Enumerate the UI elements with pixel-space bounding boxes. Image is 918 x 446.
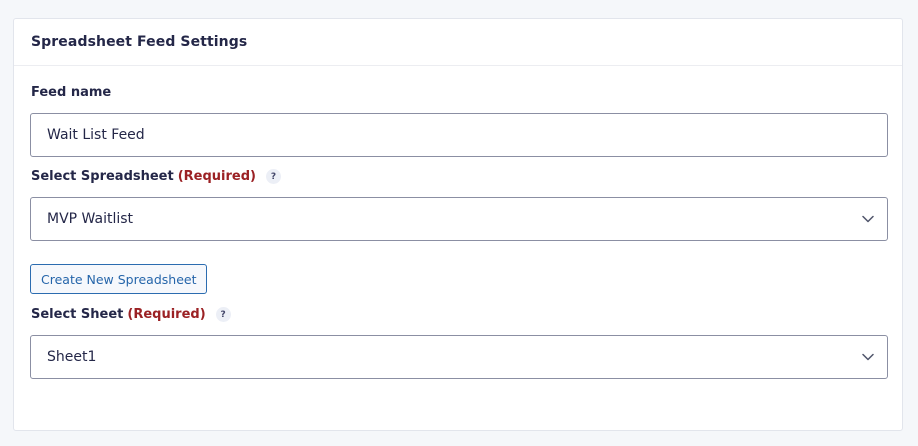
feed-name-label-text: Feed name xyxy=(31,85,112,100)
chevron-down-icon xyxy=(861,350,875,364)
feed-name-label: Feed name xyxy=(31,85,111,100)
panel-title: Spreadsheet Feed Settings xyxy=(31,34,248,50)
spreadsheet-select-value: MVP Waitlist xyxy=(47,211,134,227)
feed-name-input[interactable] xyxy=(30,113,888,157)
sheet-label: Select Sheet (Required) ? xyxy=(31,307,231,322)
feed-settings-panel: Spreadsheet Feed Settings Feed name Sele… xyxy=(13,18,903,431)
spreadsheet-help-icon[interactable]: ? xyxy=(265,169,281,184)
sheet-select-value: Sheet1 xyxy=(47,349,97,365)
sheet-label-text: Select Sheet xyxy=(31,307,124,322)
sheet-select[interactable]: Sheet1 xyxy=(30,335,888,379)
chevron-down-icon xyxy=(861,212,875,226)
panel-header: Spreadsheet Feed Settings xyxy=(14,19,902,66)
sheet-help-icon[interactable]: ? xyxy=(215,307,231,322)
create-new-spreadsheet-button[interactable]: Create New Spreadsheet xyxy=(30,264,208,294)
sheet-required-marker: (Required) xyxy=(127,307,206,322)
spreadsheet-select[interactable]: MVP Waitlist xyxy=(30,197,888,241)
spreadsheet-label: Select Spreadsheet (Required) ? xyxy=(31,169,281,184)
spreadsheet-label-text: Select Spreadsheet xyxy=(31,169,174,184)
spreadsheet-required-marker: (Required) xyxy=(177,169,256,184)
